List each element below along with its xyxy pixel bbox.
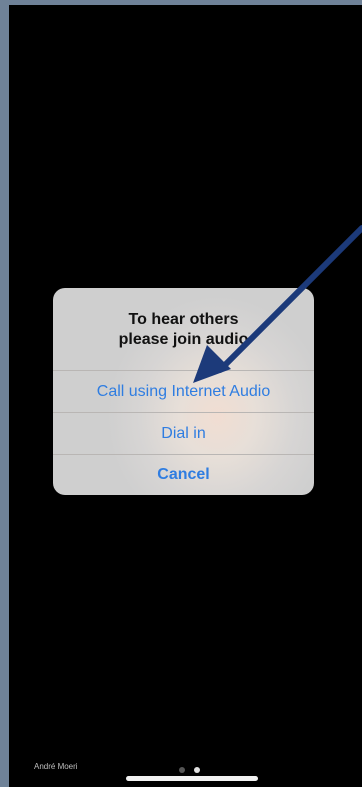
alert-title-line-1: To hear others — [128, 311, 239, 328]
join-audio-alert: To hear others please join audio Call us… — [53, 288, 314, 495]
alert-title-line-2: please join audio — [118, 331, 249, 348]
page-dot-active[interactable] — [194, 767, 200, 773]
page-indicator — [179, 767, 200, 773]
cancel-button[interactable]: Cancel — [53, 454, 314, 495]
device-frame: To hear others please join audio Call us… — [0, 0, 362, 787]
author-credit: André Moeri — [34, 762, 78, 771]
alert-title: To hear others please join audio — [53, 288, 314, 370]
call-internet-audio-button[interactable]: Call using Internet Audio — [53, 370, 314, 412]
page-dot[interactable] — [179, 767, 185, 773]
dial-in-button[interactable]: Dial in — [53, 412, 314, 454]
home-indicator[interactable] — [126, 776, 258, 781]
